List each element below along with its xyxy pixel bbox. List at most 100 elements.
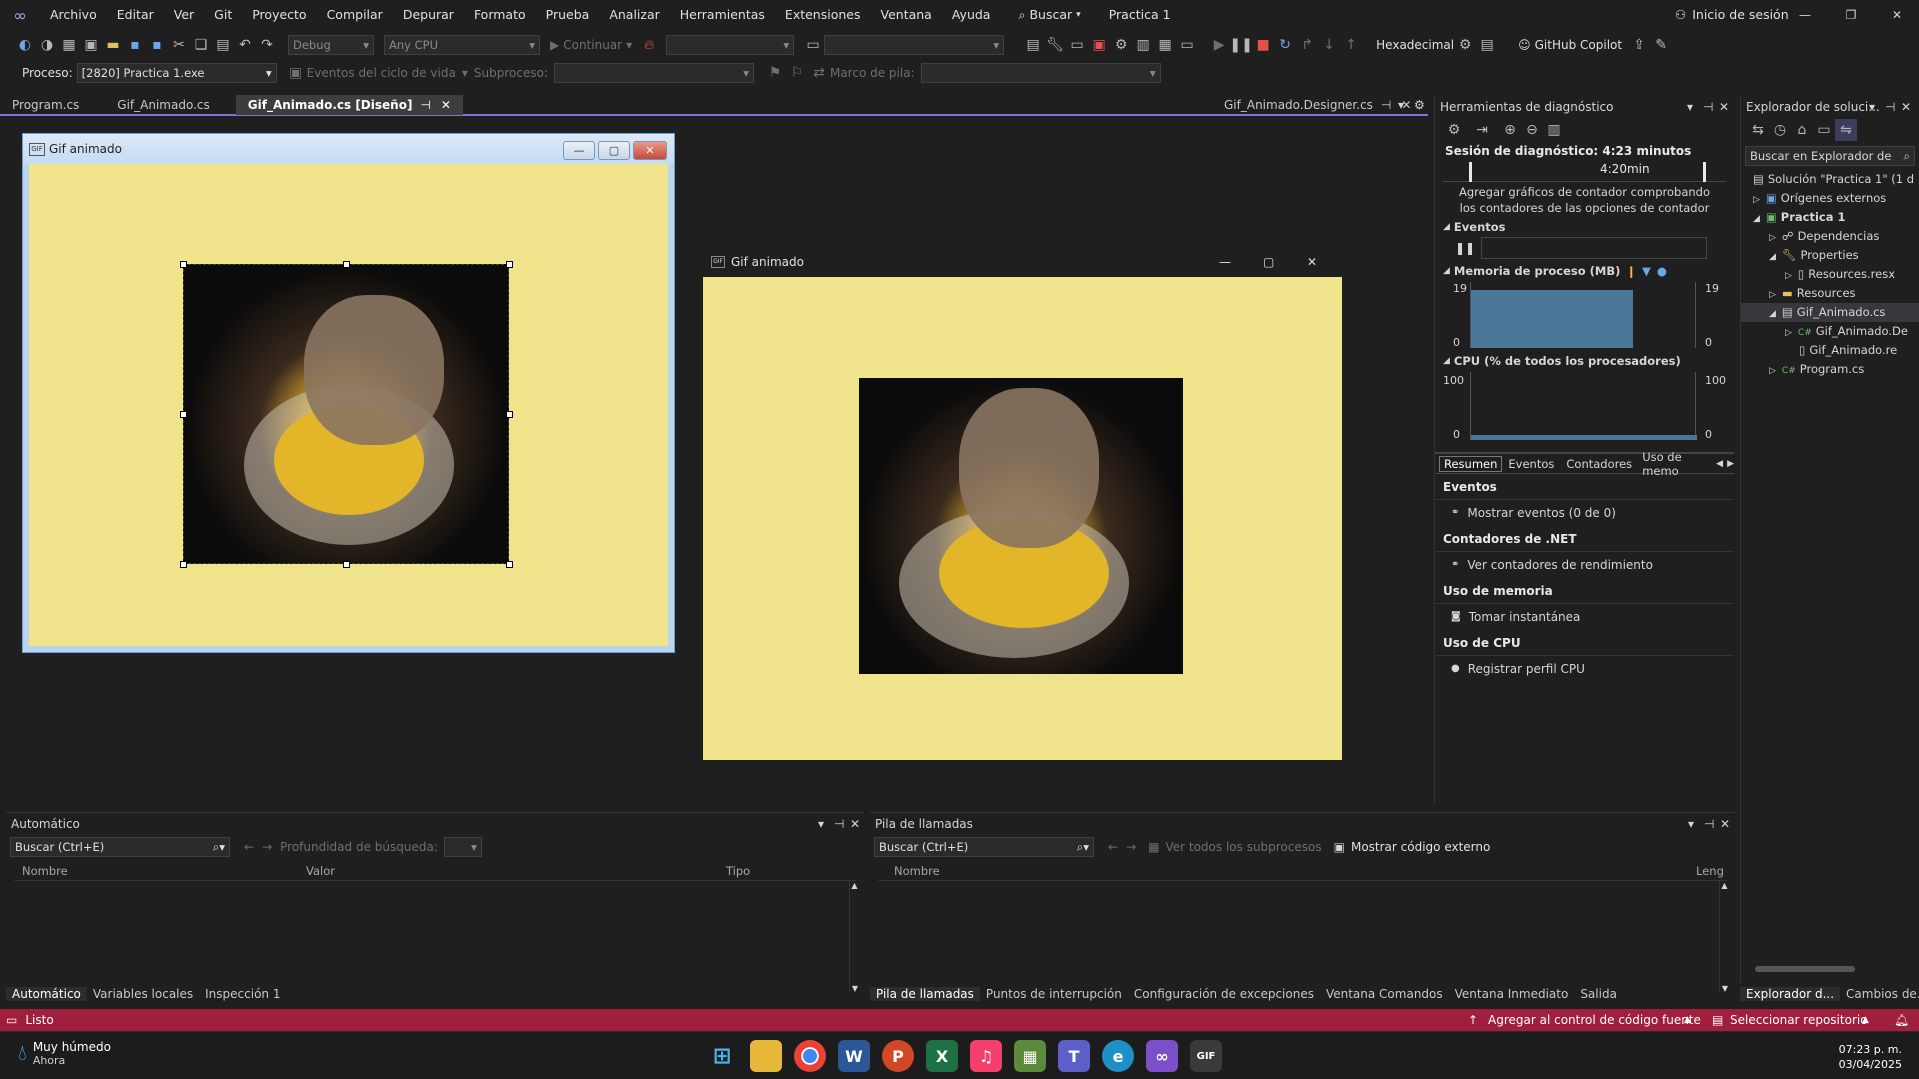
resize-handle[interactable] [343, 261, 350, 268]
step-over-icon[interactable]: ↱ [1296, 34, 1318, 56]
chevron-down-icon[interactable]: ▾ [1869, 96, 1875, 118]
weather-widget[interactable]: 💧︎ Muy húmedo Ahora [18, 1040, 111, 1067]
vs-logo-icon[interactable]: ∞ [0, 0, 40, 30]
menu-ventana[interactable]: Ventana [871, 0, 942, 30]
tools-icon[interactable]: ⚙ [1110, 34, 1132, 56]
process-combo[interactable]: [2820] Practica 1.exe ▾ [76, 63, 277, 83]
tab-exception-settings[interactable]: Configuración de excepciones [1128, 987, 1320, 1001]
maximize-button[interactable]: ▢ [598, 141, 630, 160]
pin-icon[interactable]: ⊣ [1381, 95, 1391, 115]
home-icon[interactable]: ⌂ [1791, 119, 1813, 141]
tab-gif-animado-design[interactable]: Gif_Animado.cs [Diseño] ⊣ ✕ [235, 95, 463, 115]
tree-gif-designer[interactable]: ▷ C# Gif_Animado.De [1741, 322, 1919, 341]
callstack-vscroll[interactable]: ▲ ▼ [1719, 881, 1729, 993]
tab-gif-animado-cs[interactable]: Gif_Animado.cs [105, 95, 221, 115]
menu-proyecto[interactable]: Proyecto [242, 0, 316, 30]
resize-handle[interactable] [506, 411, 513, 418]
step-out-icon[interactable]: ↑ [1340, 34, 1362, 56]
forward-icon[interactable]: → [1126, 840, 1136, 854]
feedback-icon[interactable]: ✎ [1650, 34, 1672, 56]
tab-command-window[interactable]: Ventana Comandos [1320, 987, 1449, 1001]
solution-icon[interactable]: ▦ [58, 34, 80, 56]
tab-scroll-right-icon[interactable]: ▶ [1727, 459, 1734, 469]
settings-icon[interactable]: ⚙ [1454, 34, 1476, 56]
autos-vscroll[interactable]: ▲ ▼ [849, 881, 859, 993]
view-counters-link[interactable]: ⚭ Ver contadores de rendimiento [1435, 552, 1734, 578]
copy-icon[interactable]: ❏ [190, 34, 212, 56]
timeline-ruler[interactable]: 4:20min [1443, 160, 1726, 182]
excel-icon[interactable]: X [926, 1040, 958, 1072]
running-form[interactable]: GIF Gif animado — ▢ ✕ [703, 247, 1342, 760]
new-project-icon[interactable]: ▣ [80, 34, 102, 56]
layout-icon[interactable]: ▥ [1132, 34, 1154, 56]
tab-contadores[interactable]: Contadores [1560, 457, 1638, 471]
menu-ver[interactable]: Ver [164, 0, 204, 30]
teams-icon[interactable]: T [1058, 1040, 1090, 1072]
restore-button[interactable]: ❐ [1836, 8, 1866, 22]
undo-icon[interactable]: ↶ [234, 34, 256, 56]
collapse-icon[interactable]: ▭ [1813, 119, 1835, 141]
visual-studio-icon[interactable]: ∞ [1146, 1040, 1178, 1072]
tree-solution[interactable]: ▤ Solución "Practica 1" (1 d [1741, 170, 1919, 189]
stop-icon[interactable]: ■ [1252, 34, 1274, 56]
flag-icon[interactable]: ⚑ [764, 62, 786, 84]
minecraft-icon[interactable]: ▦ [1014, 1040, 1046, 1072]
menu-compilar[interactable]: Compilar [317, 0, 393, 30]
resize-handle[interactable] [506, 261, 513, 268]
step-into-icon[interactable]: ↓ [1318, 34, 1340, 56]
chevron-down-icon[interactable]: ▾ [818, 813, 824, 835]
tab-watch1[interactable]: Inspección 1 [199, 987, 286, 1001]
pin-icon[interactable]: ⊣ [1703, 96, 1713, 118]
save-icon[interactable]: ▪ [124, 34, 146, 56]
panel-icon[interactable]: ▤ [1476, 34, 1498, 56]
pin-icon[interactable]: ⊣ [834, 813, 844, 835]
pause-icon[interactable]: ❚❚ [1455, 241, 1475, 255]
show-events-link[interactable]: ⚭ Mostrar eventos (0 de 0) [1435, 500, 1734, 526]
back-icon[interactable]: ← [244, 840, 254, 854]
filter-icon[interactable]: ⇋ [1835, 119, 1857, 141]
continue-button[interactable]: ▶ Continuar ▾ [550, 38, 632, 52]
wrench-icon[interactable]: 🔧︎ [1044, 34, 1066, 56]
tab-autos[interactable]: Automático [6, 987, 87, 1001]
word-icon[interactable]: W [838, 1040, 870, 1072]
resize-handle[interactable] [180, 261, 187, 268]
lifecycle-icon[interactable]: ▣ [285, 62, 307, 84]
col-tipo[interactable]: Tipo [726, 861, 750, 881]
tab-solution-explorer[interactable]: Explorador d... [1740, 987, 1841, 1001]
cut-icon[interactable]: ✂ [168, 34, 190, 56]
scroll-thumb[interactable] [1755, 966, 1855, 972]
thread-combo[interactable]: ▾ [553, 63, 754, 83]
close-icon[interactable]: ✕ [1720, 813, 1730, 835]
menu-ayuda[interactable]: Ayuda [942, 0, 1001, 30]
tree-external-sources[interactable]: ▷ ▣ Orígenes externos [1741, 189, 1919, 208]
tab-call-stack[interactable]: Pila de llamadas [870, 987, 980, 1001]
close-icon[interactable]: ✕ [1719, 96, 1729, 118]
maximize-button[interactable]: ▢ [1263, 255, 1274, 269]
depth-combo[interactable]: ▾ [443, 837, 482, 857]
close-button[interactable]: ✕ [1882, 8, 1912, 22]
file-explorer-icon[interactable] [750, 1040, 782, 1072]
tree-program-cs[interactable]: ▷ C# Program.cs [1741, 360, 1919, 379]
diag-icon[interactable]: ▤ [1022, 34, 1044, 56]
close-icon[interactable]: ✕ [441, 95, 451, 115]
music-icon[interactable]: ♫ [970, 1040, 1002, 1072]
forward-icon[interactable]: → [262, 840, 272, 854]
bell-icon[interactable]: 🔔︎ [1894, 1013, 1909, 1027]
restart-icon[interactable]: ↻ [1274, 34, 1296, 56]
menu-herramientas[interactable]: Herramientas [670, 0, 775, 30]
tab-uso-memoria[interactable]: Uso de memo [1638, 450, 1716, 478]
menu-prueba[interactable]: Prueba [536, 0, 600, 30]
col-lenguaje[interactable]: Leng [1696, 861, 1724, 881]
copilot-button[interactable]: ☺ GitHub Copilot [1518, 38, 1622, 52]
pin-icon[interactable]: ⊣ [1885, 96, 1895, 118]
running-form-titlebar[interactable]: GIF Gif animado — ▢ ✕ [703, 247, 1342, 277]
tree-gif-animado-cs[interactable]: ◢ ▤ Gif_Animado.cs [1741, 303, 1919, 322]
tree-resources-resx[interactable]: ▷ ▯ Resources.resx [1741, 265, 1919, 284]
pin-icon[interactable]: ⊣ [420, 95, 430, 115]
minimize-button[interactable]: — [1219, 255, 1231, 269]
tree-resources-folder[interactable]: ▷ ▬ Resources [1741, 284, 1919, 303]
hex-label[interactable]: Hexadecimal [1376, 38, 1454, 52]
expand-icon[interactable]: ◢ [1443, 266, 1450, 276]
save-all-icon[interactable]: ▪ [146, 34, 168, 56]
zoom-out-icon[interactable]: ⊖ [1521, 119, 1543, 141]
